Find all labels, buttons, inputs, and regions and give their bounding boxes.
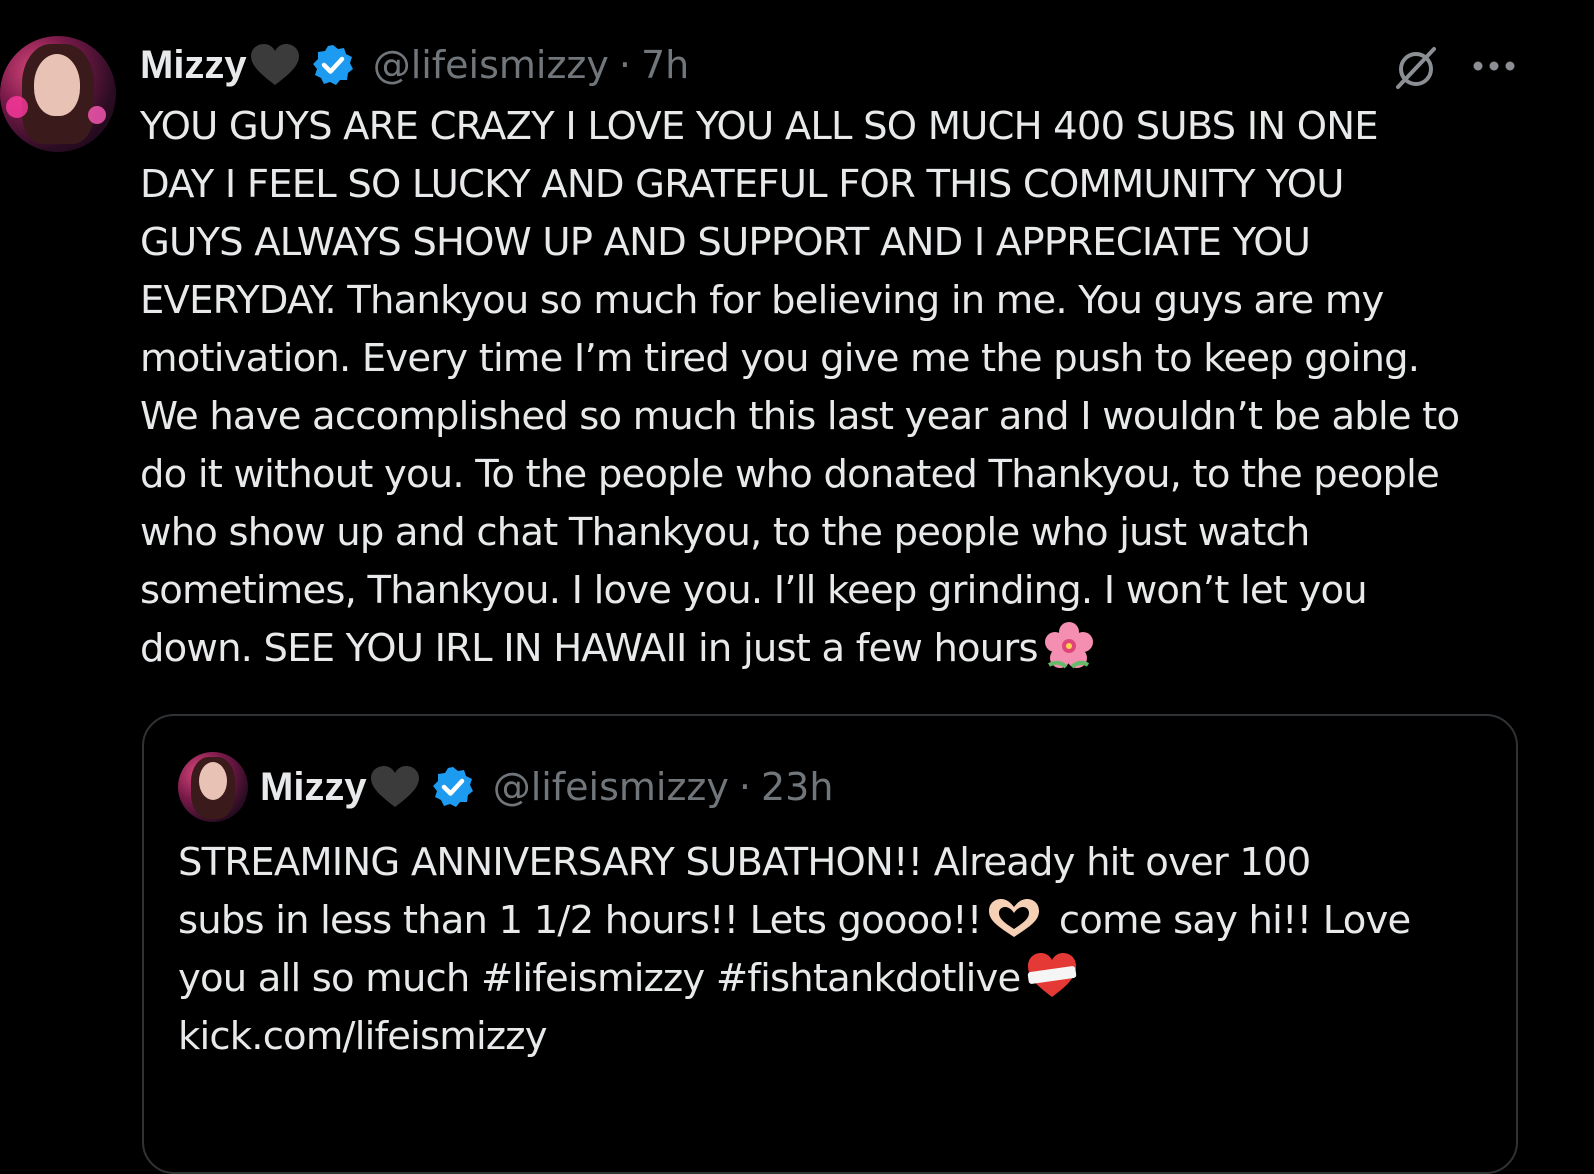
avatar[interactable] bbox=[0, 36, 116, 152]
grok-icon[interactable] bbox=[1392, 44, 1440, 92]
quoted-line-part: you all so much #lifeismizzy #fishtankdo… bbox=[178, 956, 1021, 1001]
quoted-line-part: subs in less than 1 1/2 hours!! Lets goo… bbox=[178, 898, 982, 943]
hibiscus-emoji-icon bbox=[1044, 622, 1093, 669]
quoted-line: STREAMING ANNIVERSARY SUBATHON!! Already… bbox=[178, 840, 1311, 885]
quoted-line-3: you all so much #lifeismizzy #fishtankdo… bbox=[178, 950, 1498, 1008]
tweet-text: YOU GUYS ARE CRAZY I LOVE YOU ALL SO MUC… bbox=[140, 98, 1530, 678]
tweet-line: who show up and chat Thankyou, to the pe… bbox=[140, 510, 1310, 555]
tweet-line: EVERYDAY. Thankyou so much for believing… bbox=[140, 278, 1384, 323]
black-heart-icon bbox=[370, 766, 419, 807]
user-handle[interactable]: @lifeismizzy bbox=[373, 43, 609, 87]
quoted-display-name[interactable]: Mizzy bbox=[260, 765, 367, 810]
quoted-user-handle[interactable]: @lifeismizzy bbox=[493, 765, 729, 809]
tweet-line: down. SEE YOU IRL IN HAWAII in just a fe… bbox=[140, 626, 1039, 671]
separator-dot: · bbox=[738, 765, 751, 809]
tweet-line: DAY I FEEL SO LUCKY AND GRATEFUL FOR THI… bbox=[140, 162, 1344, 207]
quoted-link[interactable]: kick.com/lifeismizzy bbox=[178, 1008, 1498, 1066]
separator-dot: · bbox=[618, 43, 631, 87]
quoted-timestamp[interactable]: 23h bbox=[761, 765, 833, 809]
verified-badge-icon[interactable] bbox=[311, 43, 355, 87]
quoted-avatar[interactable] bbox=[178, 752, 248, 822]
tweet-line: do it without you. To the people who don… bbox=[140, 452, 1440, 497]
tweet-header: Mizzy @lifeismizzy · 7h bbox=[140, 40, 689, 90]
quoted-header: Mizzy @lifeismizzy · 23h bbox=[260, 762, 833, 812]
quoted-tweet[interactable]: Mizzy @lifeismizzy · 23h STREAMING ANNIV… bbox=[142, 714, 1518, 1174]
tweet[interactable]: Mizzy @lifeismizzy · 7h YOU GUYS ARE CRA… bbox=[0, 0, 1594, 1174]
more-options-icon[interactable] bbox=[1472, 52, 1516, 80]
tweet-line: We have accomplished so much this last y… bbox=[140, 394, 1460, 439]
heart-hands-emoji-icon bbox=[989, 899, 1040, 937]
display-name[interactable]: Mizzy bbox=[140, 43, 247, 88]
tweet-line: motivation. Every time I’m tired you giv… bbox=[140, 336, 1420, 381]
verified-badge-icon[interactable] bbox=[431, 765, 475, 809]
black-heart-icon bbox=[250, 44, 299, 85]
tweet-line: sometimes, Thankyou. I love you. I’ll ke… bbox=[140, 568, 1368, 613]
tweet-line-last: down. SEE YOU IRL IN HAWAII in just a fe… bbox=[140, 620, 1530, 678]
quoted-line-2: subs in less than 1 1/2 hours!! Lets goo… bbox=[178, 892, 1498, 950]
tweet-line: YOU GUYS ARE CRAZY I LOVE YOU ALL SO MUC… bbox=[140, 104, 1379, 149]
mending-heart-emoji-icon bbox=[1028, 953, 1077, 997]
timestamp[interactable]: 7h bbox=[641, 43, 689, 87]
quoted-text: STREAMING ANNIVERSARY SUBATHON!! Already… bbox=[178, 834, 1498, 1066]
quoted-line-part: come say hi!! Love bbox=[1058, 898, 1411, 943]
tweet-line: GUYS ALWAYS SHOW UP AND SUPPORT AND I AP… bbox=[140, 220, 1311, 265]
